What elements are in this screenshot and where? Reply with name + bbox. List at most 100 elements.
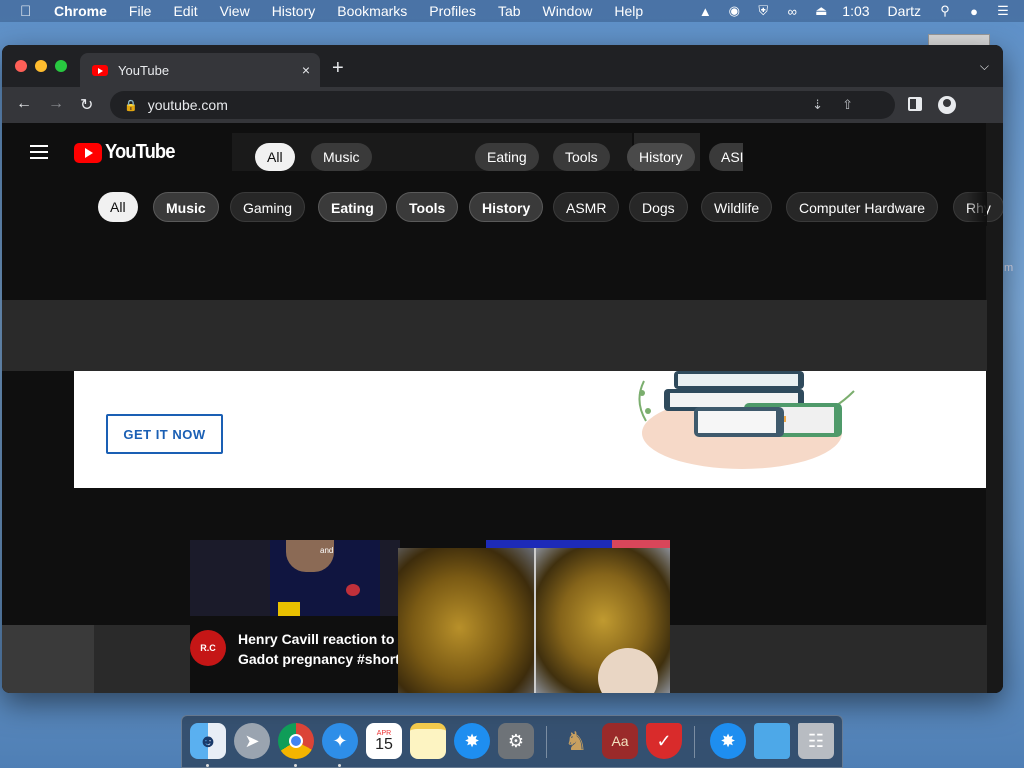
thumbnail-face xyxy=(286,540,334,572)
address-url[interactable]: youtube.com xyxy=(148,97,228,113)
app-store-icon[interactable]: ✸ xyxy=(454,723,490,759)
minimize-window-button[interactable] xyxy=(35,60,47,72)
chip-eating[interactable]: Eating xyxy=(318,192,387,222)
safari-icon[interactable]: ✦ xyxy=(322,723,358,759)
youtube-favicon-icon xyxy=(92,64,108,76)
tab-strip: YouTube × + ⌵ xyxy=(2,45,1003,87)
chrome-window: YouTube × + ⌵ ← → ↻ 🔒 youtube.com ⇣ ⇧ Yo… xyxy=(2,45,1003,693)
chip-wildlife[interactable]: Wildlife xyxy=(701,192,773,222)
close-window-button[interactable] xyxy=(15,60,27,72)
creative-cloud-icon[interactable]: ∞ xyxy=(784,3,800,19)
siri-icon[interactable]: ● xyxy=(966,3,982,19)
finder-icon[interactable]: ☻ xyxy=(190,723,226,759)
launchpad-icon[interactable]: ➤ xyxy=(234,723,270,759)
chip-music[interactable]: Music xyxy=(153,192,219,222)
chess-icon[interactable]: ♞ xyxy=(558,723,594,759)
chip-tools[interactable]: Tools xyxy=(396,192,459,222)
calendar-icon[interactable]: APR 15 xyxy=(366,723,402,759)
notes-icon[interactable] xyxy=(410,723,446,759)
ghost-chips-row: All Music Eating Tools History ASI xyxy=(2,143,1003,173)
video-info-row[interactable]: R.C Henry Cavill reaction to G Gadot pre… xyxy=(190,625,409,693)
menu-view[interactable]: View xyxy=(220,3,250,19)
folder-icon[interactable] xyxy=(754,723,790,759)
menu-help[interactable]: Help xyxy=(614,3,643,19)
browser-toolbar: ← → ↻ 🔒 youtube.com ⇣ ⇧ xyxy=(2,87,1003,123)
spotlight-search-icon[interactable]: ⚲ xyxy=(937,3,953,19)
ghost-chip-all[interactable]: All xyxy=(255,143,295,171)
chips-bar: All Music Gaming Eating Tools History AS… xyxy=(2,192,1003,226)
ghost-chip-asmr[interactable]: ASI xyxy=(709,143,743,171)
downloads-app-store-icon[interactable]: ✸ xyxy=(710,723,746,759)
loading-placeholder-band xyxy=(2,300,987,371)
tab-close-icon[interactable]: × xyxy=(302,62,310,78)
get-it-now-button[interactable]: GET IT NOW xyxy=(106,414,223,454)
dock-separator-1 xyxy=(546,726,547,758)
new-tab-button[interactable]: + xyxy=(332,57,344,80)
forward-arrow-icon[interactable]: → xyxy=(48,95,64,113)
ghost-chip-history[interactable]: History xyxy=(627,143,695,171)
menu-tab[interactable]: Tab xyxy=(498,3,521,19)
chrome-icon[interactable] xyxy=(278,723,314,759)
tab-youtube[interactable]: YouTube × xyxy=(80,53,320,87)
thumbnail-flower xyxy=(346,584,360,596)
shield-app-icon[interactable]: ✓ xyxy=(646,723,682,759)
food-preview-left xyxy=(398,548,534,693)
lock-icon[interactable]: 🔒 xyxy=(124,99,138,112)
chip-computer-hardware[interactable]: Computer Hardware xyxy=(786,192,939,222)
reload-icon[interactable]: ↻ xyxy=(80,95,93,115)
safari-running-dot xyxy=(338,764,341,767)
vpn-icon[interactable]: ◉ xyxy=(726,3,742,19)
chip-asmr[interactable]: ASMR xyxy=(553,192,620,222)
eject-icon[interactable]: ⏏ xyxy=(813,3,829,19)
finder-running-dot xyxy=(206,764,209,767)
ghost-chip-eating[interactable]: Eating xyxy=(475,143,539,171)
chip-all[interactable]: All xyxy=(98,192,138,222)
menu-file[interactable]: File xyxy=(129,3,152,19)
zoom-window-button[interactable] xyxy=(55,60,67,72)
system-preferences-icon[interactable]: ⚙ xyxy=(498,723,534,759)
chip-history[interactable]: History xyxy=(469,192,544,222)
menu-profiles[interactable]: Profiles xyxy=(429,3,476,19)
menu-history[interactable]: History xyxy=(272,3,316,19)
lower-placeholder-left xyxy=(2,625,94,693)
ghost-chip-music[interactable]: Music xyxy=(311,143,372,171)
channel-avatar[interactable]: R.C xyxy=(190,630,226,666)
back-arrow-icon[interactable]: ← xyxy=(16,95,32,113)
shield-check-icon[interactable]: ⛨ xyxy=(755,3,771,19)
chip-gaming[interactable]: Gaming xyxy=(230,192,306,222)
user-name[interactable]: Dartz xyxy=(888,3,921,19)
chrome-running-dot xyxy=(294,764,297,767)
trash-icon[interactable]: ☷ xyxy=(798,723,834,759)
books-illustration-icon xyxy=(638,371,855,469)
tab-search-chevron-icon[interactable]: ⌵ xyxy=(980,59,989,74)
profile-avatar-icon[interactable] xyxy=(938,96,956,114)
video-thumbnail-left[interactable]: and xyxy=(190,540,400,616)
food-hover-preview[interactable] xyxy=(398,548,670,693)
tab-title: YouTube xyxy=(118,62,170,78)
menu-window[interactable]: Window xyxy=(543,3,593,19)
apple-menu-icon[interactable]:  xyxy=(20,3,36,20)
share-icon[interactable]: ⇧ xyxy=(842,97,853,113)
thumbnail-badge xyxy=(278,602,300,616)
ghost-chip-tools[interactable]: Tools xyxy=(553,143,610,171)
menu-edit[interactable]: Edit xyxy=(173,3,197,19)
menu-app-name[interactable]: Chrome xyxy=(54,3,107,19)
dock-separator-2 xyxy=(694,726,695,758)
malwarebytes-icon[interactable]: ▲ xyxy=(697,3,713,19)
youtube-page: YouTube All Music Eating Tools History A… xyxy=(2,123,1003,693)
side-panel-icon[interactable] xyxy=(908,97,922,111)
desktop-label: m xyxy=(1004,262,1014,274)
menu-bookmarks[interactable]: Bookmarks xyxy=(337,3,407,19)
clock[interactable]: 1:03 xyxy=(842,3,869,19)
install-app-icon[interactable]: ⇣ xyxy=(812,97,823,113)
thumbnail-caption: and xyxy=(320,546,334,555)
dock: ☻ ➤ ✦ APR 15 ✸ ⚙ ♞ Aa ✓ ✸ ☷ xyxy=(181,715,843,768)
chip-dogs[interactable]: Dogs xyxy=(629,192,688,222)
menu-bar:  Chrome File Edit View History Bookmark… xyxy=(0,0,1024,22)
ad-banner[interactable]: GET IT NOW xyxy=(74,371,986,488)
address-bar[interactable]: 🔒 youtube.com ⇣ ⇧ xyxy=(110,91,895,119)
menu-extras: ▲ ◉ ⛨ ∞ ⏏ 1:03 Dartz ⚲ ● ☰ xyxy=(697,0,1024,22)
chips-fade xyxy=(967,192,987,226)
control-center-icon[interactable]: ☰ xyxy=(995,3,1011,19)
dictionary-icon[interactable]: Aa xyxy=(602,723,638,759)
